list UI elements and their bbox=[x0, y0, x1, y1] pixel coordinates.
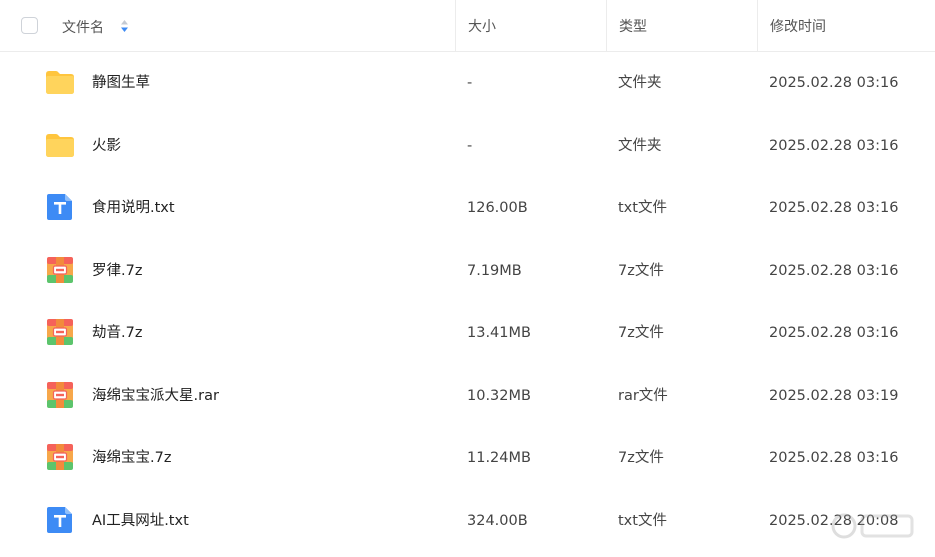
header-name-label[interactable]: 文件名 bbox=[62, 17, 104, 37]
file-size: - bbox=[467, 137, 473, 154]
file-modified-time: 2025.02.28 03:16 bbox=[769, 75, 899, 91]
file-modified-time: 2025.02.28 03:16 bbox=[769, 137, 899, 154]
select-all-checkbox[interactable] bbox=[21, 17, 38, 34]
header-name-column[interactable]: 文件名 bbox=[0, 0, 455, 51]
file-name[interactable]: 火影 bbox=[92, 115, 121, 177]
header-type-label: 类型 bbox=[619, 18, 647, 35]
header-size-column[interactable]: 大小 bbox=[455, 0, 606, 51]
file-type: 7z文件 bbox=[618, 262, 664, 279]
file-type: txt文件 bbox=[618, 200, 667, 216]
archive-icon bbox=[45, 442, 75, 472]
file-modified-time: 2025.02.28 03:19 bbox=[769, 387, 899, 404]
file-type: txt文件 bbox=[618, 512, 667, 529]
sort-icon[interactable] bbox=[120, 18, 129, 34]
file-size: 10.32MB bbox=[467, 387, 531, 404]
file-size: 324.00B bbox=[467, 512, 528, 529]
txt-file-icon bbox=[45, 192, 75, 222]
file-row[interactable]: 海绵宝宝.7z 11.24MB 7z文件 2025.02.28 03:16 bbox=[0, 427, 935, 489]
file-type: 文件夹 bbox=[618, 137, 662, 154]
file-row[interactable]: 火影 - 文件夹 2025.02.28 03:16 bbox=[0, 115, 935, 177]
file-modified-time: 2025.02.28 03:16 bbox=[769, 200, 899, 216]
file-type: 文件夹 bbox=[618, 75, 662, 91]
archive-icon bbox=[45, 255, 75, 285]
folder-icon bbox=[45, 67, 75, 97]
archive-icon bbox=[45, 317, 75, 347]
file-type: 7z文件 bbox=[618, 325, 664, 341]
file-size: 126.00B bbox=[467, 200, 528, 216]
file-row[interactable]: AI工具网址.txt 324.00B txt文件 2025.02.28 20:08 bbox=[0, 490, 935, 552]
header-size-label: 大小 bbox=[468, 18, 496, 35]
file-name[interactable]: 海绵宝宝.7z bbox=[92, 427, 171, 489]
archive-icon bbox=[45, 380, 75, 410]
file-list-header: 文件名 大小 类型 修改时间 bbox=[0, 0, 935, 52]
file-size: 11.24MB bbox=[467, 450, 531, 466]
file-name[interactable]: 食用说明.txt bbox=[92, 177, 175, 239]
file-size: - bbox=[467, 75, 473, 91]
file-name[interactable]: 劫音.7z bbox=[92, 302, 142, 364]
file-row[interactable]: 劫音.7z 13.41MB 7z文件 2025.02.28 03:16 bbox=[0, 302, 935, 364]
folder-icon bbox=[45, 130, 75, 160]
header-time-label: 修改时间 bbox=[770, 18, 826, 35]
file-row[interactable]: 食用说明.txt 126.00B txt文件 2025.02.28 03:16 bbox=[0, 177, 935, 239]
file-row[interactable]: 罗律.7z 7.19MB 7z文件 2025.02.28 03:16 bbox=[0, 240, 935, 302]
file-type: rar文件 bbox=[618, 387, 668, 404]
file-row[interactable]: 静图生草 - 文件夹 2025.02.28 03:16 bbox=[0, 52, 935, 114]
file-name[interactable]: AI工具网址.txt bbox=[92, 490, 189, 552]
file-name[interactable]: 海绵宝宝派大星.rar bbox=[92, 365, 219, 427]
header-type-column[interactable]: 类型 bbox=[606, 0, 757, 51]
file-row[interactable]: 海绵宝宝派大星.rar 10.32MB rar文件 2025.02.28 03:19 bbox=[0, 365, 935, 427]
file-name[interactable]: 罗律.7z bbox=[92, 240, 142, 302]
file-modified-time: 2025.02.28 03:16 bbox=[769, 262, 899, 279]
txt-file-icon bbox=[45, 505, 75, 535]
file-size: 13.41MB bbox=[467, 325, 531, 341]
file-modified-time: 2025.02.28 03:16 bbox=[769, 325, 899, 341]
file-size: 7.19MB bbox=[467, 262, 522, 279]
header-time-column[interactable]: 修改时间 bbox=[757, 0, 935, 51]
file-type: 7z文件 bbox=[618, 450, 664, 466]
watermark-logo bbox=[830, 508, 920, 544]
file-modified-time: 2025.02.28 03:16 bbox=[769, 450, 899, 466]
file-name[interactable]: 静图生草 bbox=[92, 52, 150, 114]
